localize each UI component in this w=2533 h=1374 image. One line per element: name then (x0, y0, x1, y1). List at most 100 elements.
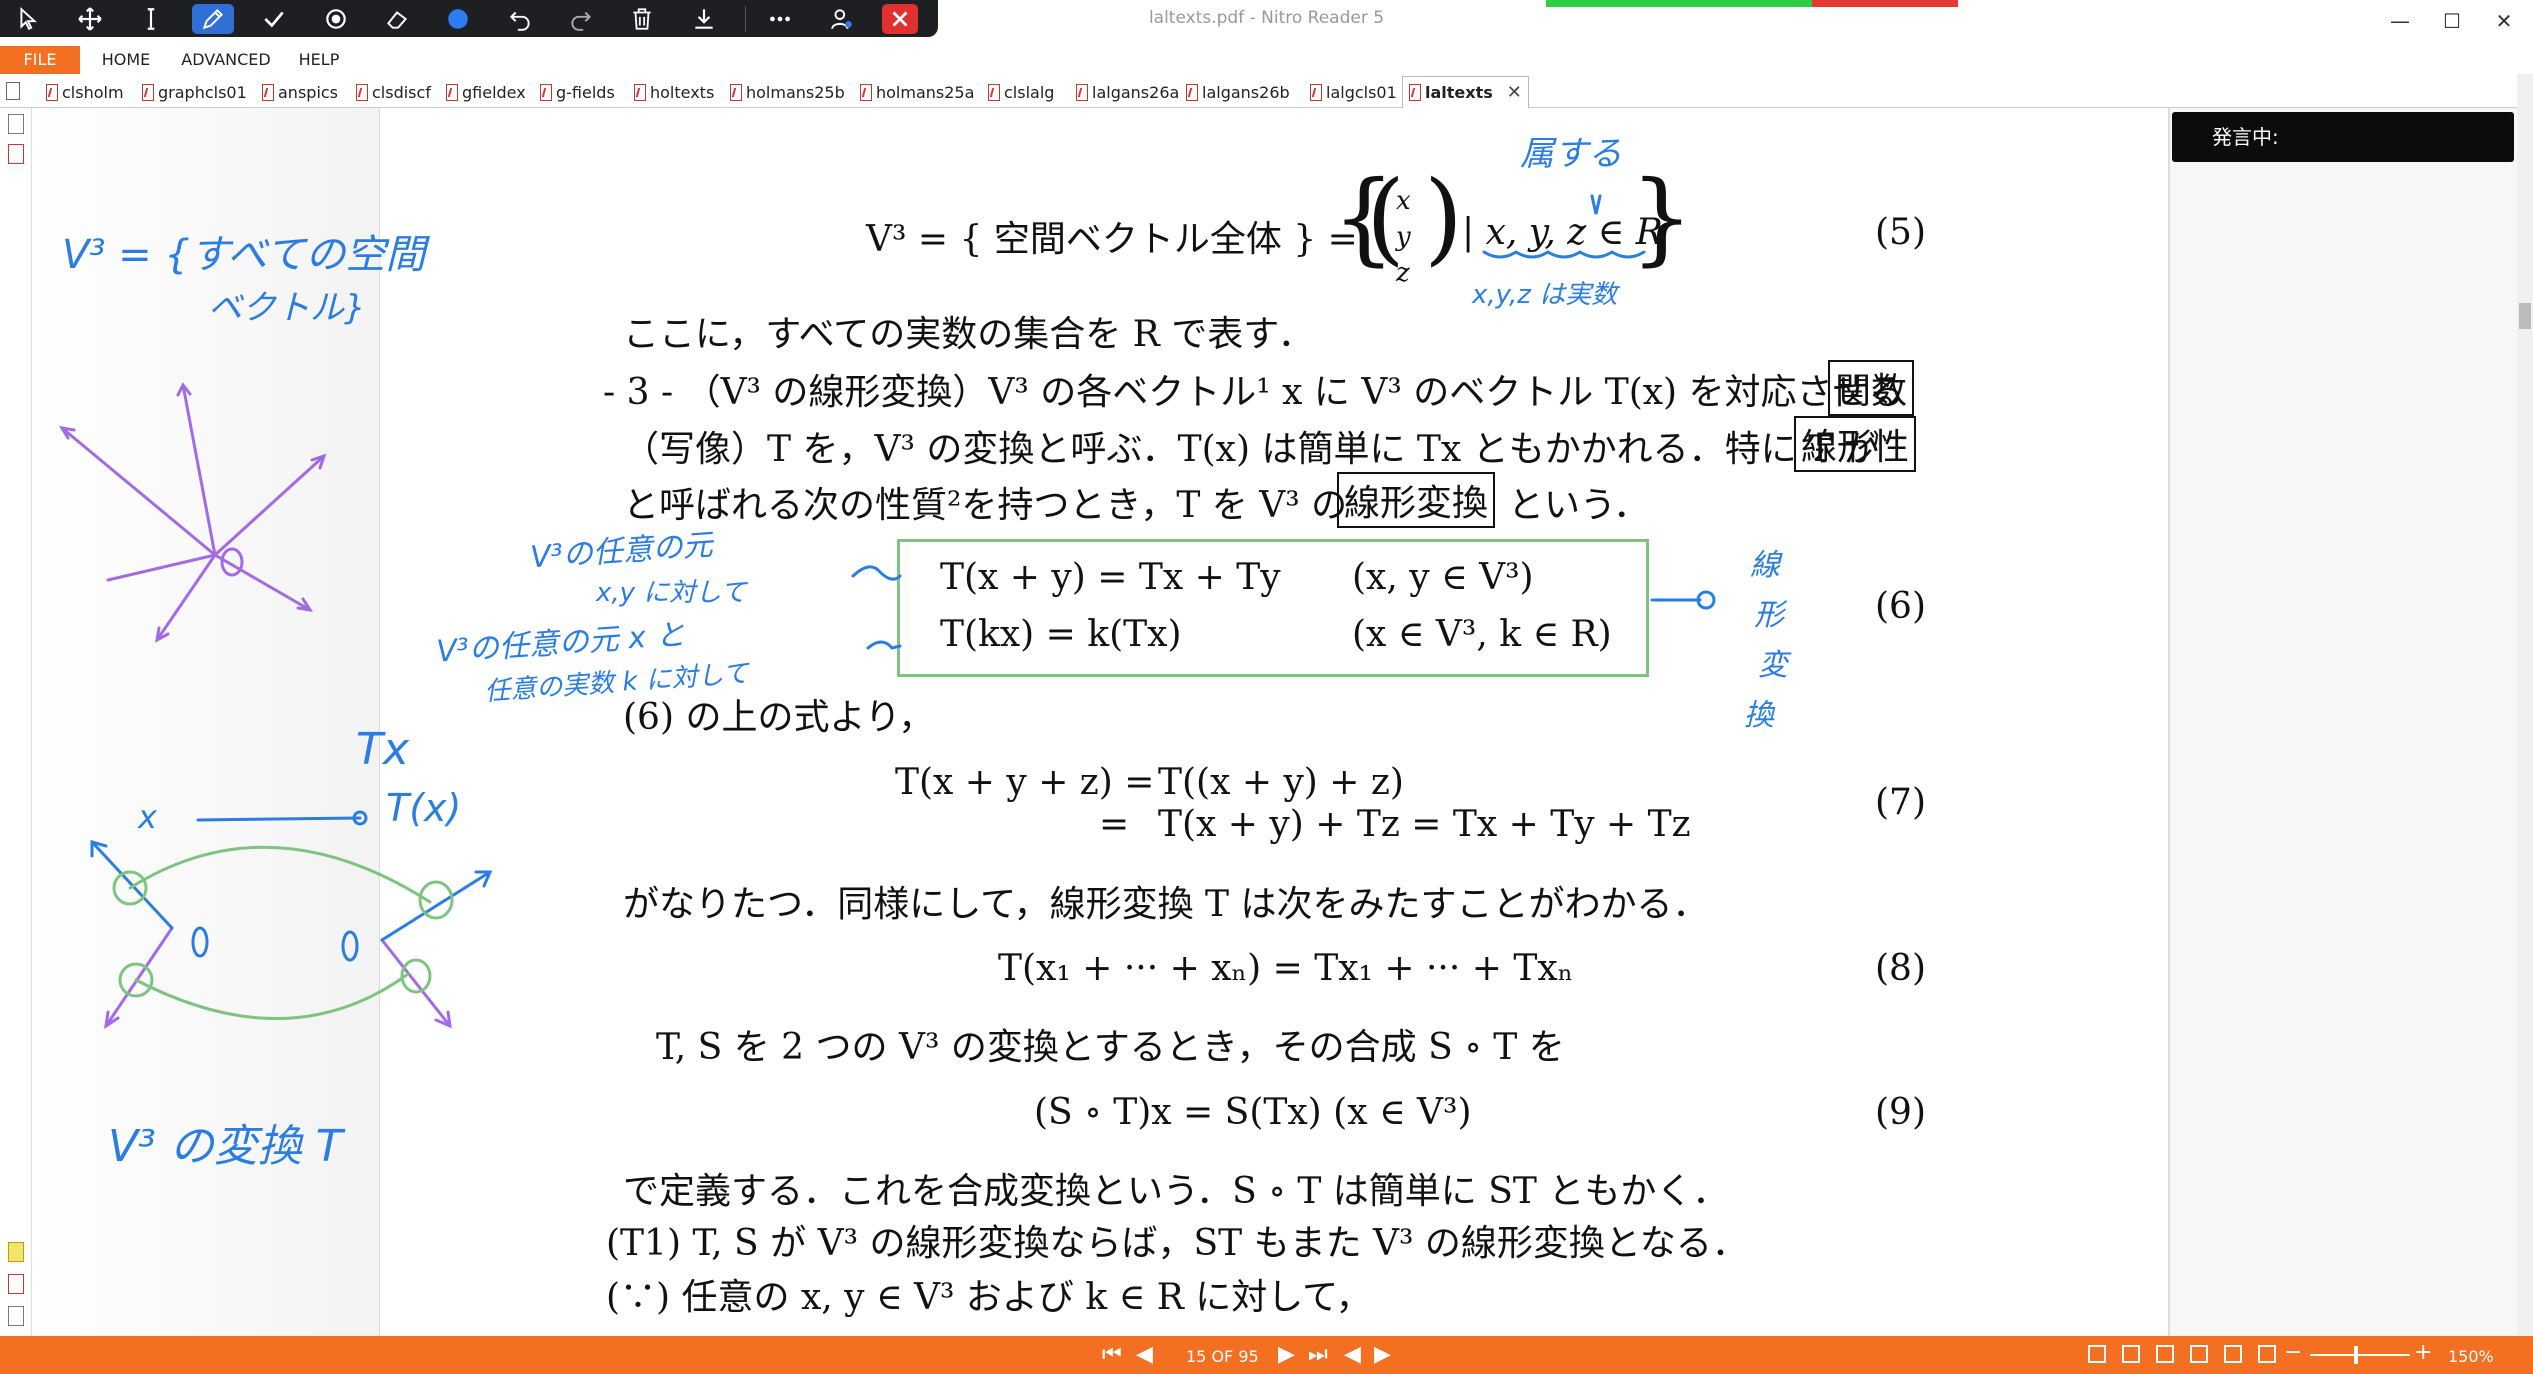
doc-tab-label: gfieldex (462, 82, 526, 102)
previous-page-icon[interactable]: ◀ (1136, 1342, 1153, 1367)
ink-note: ベクトル} (208, 288, 366, 328)
eq7-equals: = (1099, 804, 1130, 845)
eq5-vec-z: z (1396, 258, 1410, 288)
last-page-icon[interactable]: ⏭ (1308, 1342, 1328, 1367)
eq9: (S ∘ T)x = S(Tx) (x ∈ V³) (1034, 1092, 1472, 1133)
doc-tab[interactable]: holmans25a (860, 80, 974, 104)
download-icon[interactable] (683, 4, 724, 34)
pen-icon[interactable] (192, 3, 234, 34)
text-cursor-icon[interactable] (131, 4, 172, 34)
redo-icon[interactable] (560, 4, 601, 34)
eq8: T(x₁ + ··· + xₙ) = Tx₁ + ··· + Txₙ (998, 948, 1574, 989)
zoom-out-icon[interactable]: − (2284, 1340, 2302, 1365)
forward-view-icon[interactable]: ▶ (1374, 1342, 1391, 1367)
doc-tab-label: lalgans26b (1202, 82, 1290, 102)
pdf-file-icon (46, 83, 58, 101)
trash-icon[interactable] (622, 4, 663, 34)
next-page-icon[interactable]: ▶ (1278, 1342, 1295, 1367)
zoom-slider[interactable] (2310, 1354, 2410, 1356)
doc-tab[interactable]: lalgans26b (1186, 80, 1290, 104)
eq6-cond1: (x, y ∈ V³) (1352, 557, 1534, 598)
doc-tab[interactable]: clsdiscf (356, 80, 431, 104)
more-icon[interactable] (759, 4, 800, 34)
text-line: T, S を 2 つの V³ の変換とするとき，その合成 S ∘ T を (656, 1027, 1565, 1068)
recording-indicator (1546, 0, 1958, 7)
eq5-lhs: V³ = { 空間ベクトル全体 } = (866, 219, 1358, 260)
doc-tab-label: clslalg (1004, 82, 1055, 102)
ink-note: x,y,z は実数 (1472, 280, 1618, 310)
pdf-file-icon (142, 83, 154, 101)
doc-tab[interactable]: holtexts (634, 80, 714, 104)
doc-tab[interactable]: graphcls01 (142, 80, 247, 104)
doc-tab-label: laltexts (1425, 83, 1493, 102)
pdf-file-icon (1186, 83, 1198, 101)
status-bar: ⏮ ◀ 15 OF 95 ▶ ⏭ ◀ ▶ − + 150% (0, 1336, 2533, 1374)
color-dot-icon[interactable] (438, 4, 479, 34)
facing-view-icon[interactable] (2156, 1345, 2174, 1363)
doc-tab[interactable]: clslalg (988, 80, 1054, 104)
equation-number: (5) (1875, 212, 1926, 253)
fit-width-icon[interactable] (2258, 1345, 2276, 1363)
ink-note: 線 (1750, 548, 1780, 583)
select-arrow-icon[interactable] (8, 4, 49, 34)
boxed-term: 関数 (1828, 360, 1915, 416)
pages-panel-icon[interactable] (8, 114, 24, 134)
zoom-in-icon[interactable]: + (2414, 1340, 2432, 1365)
tab-list-icon[interactable] (6, 82, 20, 100)
zoom-slider-handle[interactable] (2354, 1346, 2358, 1364)
eraser-icon[interactable] (376, 4, 417, 34)
app-window: laltexts.pdf - Nitro Reader 5 — ☐ ✕ FILE… (0, 0, 2533, 1374)
close-window-button[interactable]: ✕ (2484, 6, 2524, 36)
maximize-button[interactable]: ☐ (2432, 6, 2472, 36)
check-icon[interactable] (254, 4, 295, 34)
settings-icon[interactable] (821, 4, 862, 34)
highlighter-icon[interactable] (315, 4, 356, 34)
doc-tab-label: g-fields (556, 82, 615, 102)
comments-panel-icon[interactable] (8, 1242, 24, 1262)
doc-tab[interactable]: lalgans26a (1076, 80, 1179, 104)
doc-tab-active[interactable]: laltexts ✕ (1402, 76, 1529, 108)
attachments-panel-icon[interactable] (8, 1274, 24, 1294)
vertical-scrollbar[interactable] (2517, 74, 2533, 1336)
close-icon[interactable] (882, 3, 918, 34)
facing-continuous-view-icon[interactable] (2190, 1345, 2208, 1363)
text-line: ここに，すべての実数の集合を R で表す． (623, 314, 1314, 355)
boxed-term: 線形変換 (1337, 472, 1496, 528)
tab-home[interactable]: HOME (96, 46, 156, 74)
tab-help[interactable]: HELP (294, 46, 344, 74)
tab-advanced[interactable]: ADVANCED (176, 46, 276, 74)
doc-tab[interactable]: anspics (262, 80, 338, 104)
doc-tab[interactable]: gfieldex (446, 80, 526, 104)
pan-icon[interactable] (69, 4, 110, 34)
bookmarks-panel-icon[interactable] (8, 144, 24, 164)
fit-page-icon[interactable] (2224, 1345, 2242, 1363)
doc-tab[interactable]: g-fields (540, 80, 615, 104)
tab-file[interactable]: FILE (0, 46, 80, 74)
close-tab-icon[interactable]: ✕ (1507, 82, 1522, 103)
ink-note: 換 (1744, 698, 1774, 733)
scrollbar-thumb[interactable] (2519, 303, 2531, 329)
zoom-level[interactable]: 150% (2448, 1347, 2494, 1366)
doc-tab[interactable]: clsholm (46, 80, 124, 104)
pdf-file-icon (730, 83, 742, 101)
undo-icon[interactable] (499, 4, 540, 34)
page-indicator[interactable]: 15 OF 95 (1186, 1347, 1259, 1366)
continuous-view-icon[interactable] (2122, 1345, 2140, 1363)
layers-panel-icon[interactable] (8, 1306, 24, 1326)
doc-tab[interactable]: holmans25b (730, 80, 845, 104)
minimize-button[interactable]: — (2380, 6, 2420, 36)
right-panel (2169, 108, 2517, 1336)
doc-tab-label: clsholm (62, 82, 124, 102)
pdf-file-icon (1310, 83, 1322, 101)
eq5-paren-left: ( (1366, 159, 1406, 276)
single-page-view-icon[interactable] (2088, 1345, 2106, 1363)
doc-tab[interactable]: lalgcls01 (1310, 80, 1397, 104)
pen-toolbar (0, 0, 938, 37)
pdf-file-icon (356, 83, 368, 101)
ink-note: Tx (356, 724, 409, 775)
ink-note: 変 (1758, 648, 1788, 683)
back-view-icon[interactable]: ◀ (1344, 1342, 1361, 1367)
eq5-vec-x: x (1396, 186, 1411, 216)
first-page-icon[interactable]: ⏮ (1102, 1342, 1122, 1367)
doc-tab-label: clsdiscf (372, 82, 431, 102)
